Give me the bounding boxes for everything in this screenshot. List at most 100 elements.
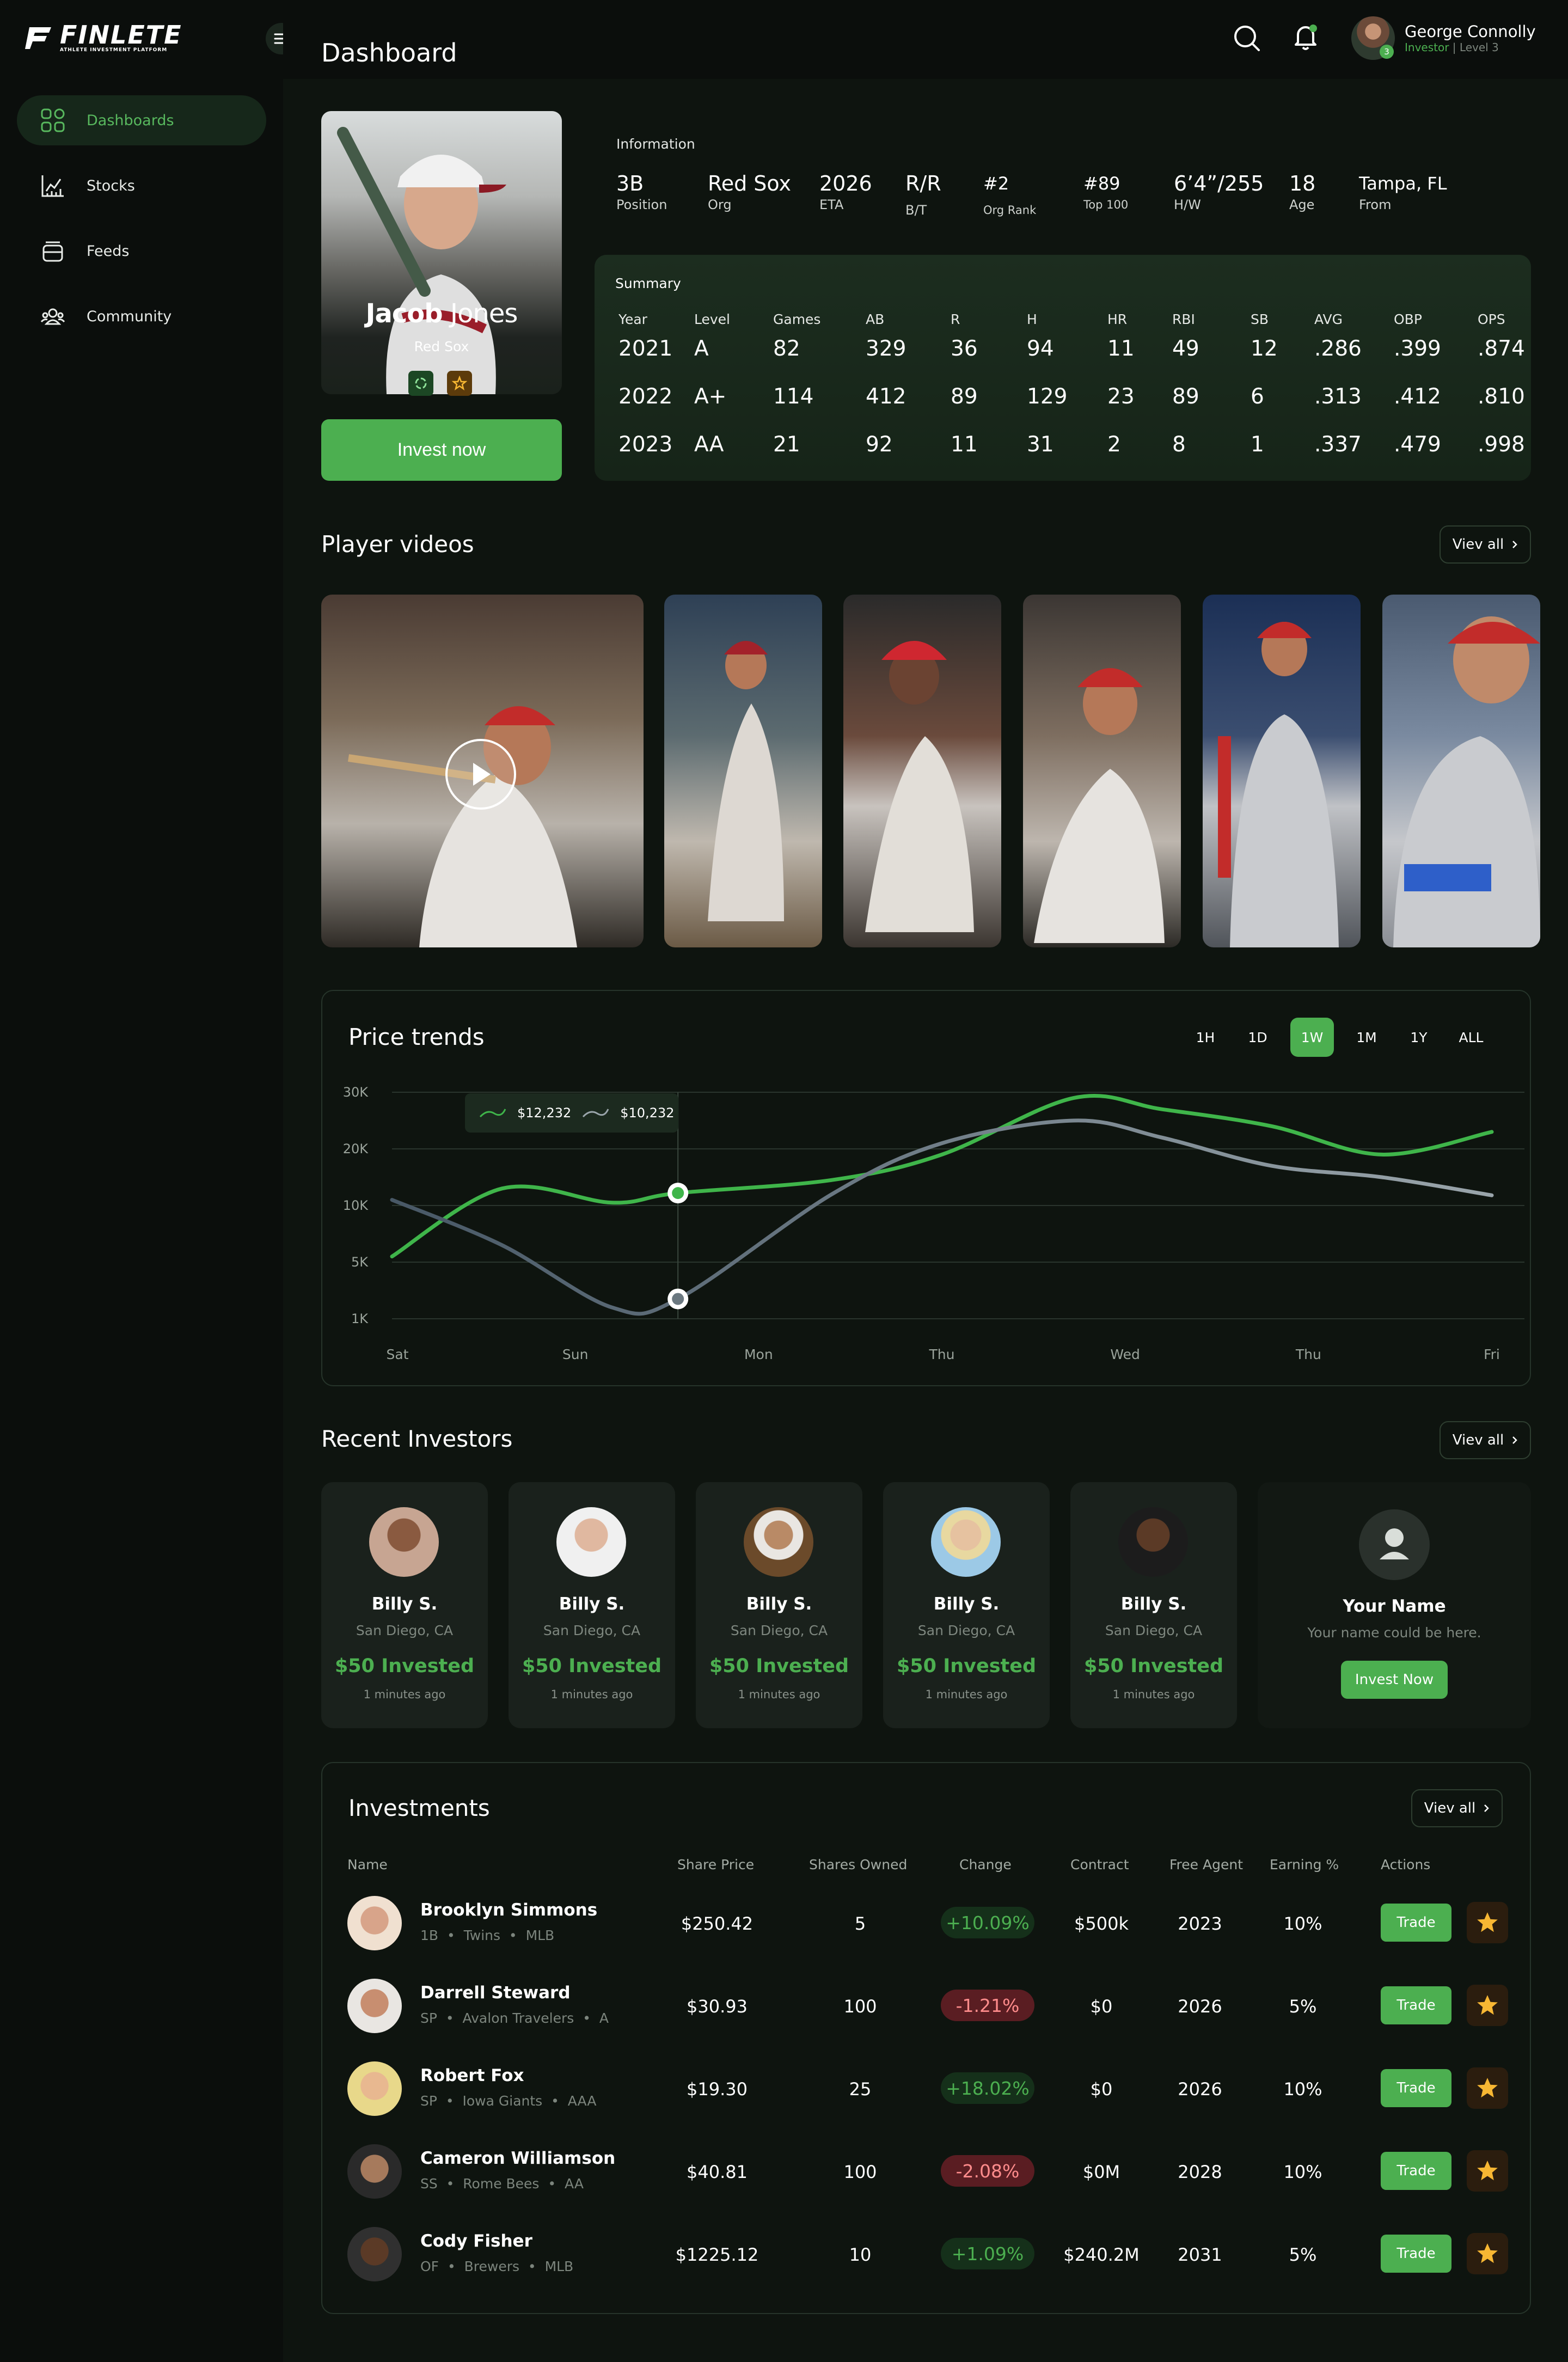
investment-name[interactable]: Cody Fisher (420, 2231, 532, 2251)
investor-card[interactable]: Billy S. San Diego, CA $50 Invested 1 mi… (509, 1482, 675, 1728)
summary-cell: .874 (1478, 336, 1525, 361)
nav-item-stocks[interactable]: Stocks (17, 161, 266, 211)
info-value: 3B (616, 172, 644, 195)
range-1d-button[interactable]: 1D (1238, 1018, 1277, 1057)
summary-cell: 2022 (618, 384, 673, 409)
summary-cell: 94 (1027, 336, 1054, 361)
placeholder-name: Your Name (1343, 1596, 1446, 1616)
free-agent-year: 2026 (1178, 2079, 1222, 2100)
player-first-name: Jacob (365, 298, 443, 329)
information-label: Information (616, 136, 695, 152)
investors-view-all-button[interactable]: Viev all (1440, 1421, 1531, 1459)
x-tick-label: Thu (929, 1347, 955, 1362)
video-thumbnail[interactable] (664, 595, 822, 947)
change-badge: +10.09% (941, 1907, 1034, 1938)
video-thumbnail[interactable] (843, 595, 1001, 947)
info-org-rank: #2 Org Rank (983, 171, 1036, 217)
invest-now-button[interactable]: Invest now (321, 419, 562, 481)
community-icon (40, 308, 65, 325)
favorite-button[interactable] (1467, 1902, 1508, 1943)
series-line (390, 1118, 1494, 1316)
brand-logo[interactable]: FINLETE ATHLETE INVESTMENT PLATFORM (25, 22, 182, 53)
shares-owned: 25 (849, 2079, 872, 2100)
video-thumbnail[interactable] (1023, 595, 1181, 947)
investor-time: 1 minutes ago (738, 1688, 820, 1701)
summary-cell: .412 (1394, 384, 1441, 409)
chevron-right-icon (1512, 1436, 1518, 1444)
x-tick-label: Sun (562, 1347, 589, 1362)
investment-meta: OF • Brewers • MLB (420, 2259, 574, 2274)
investor-card[interactable]: Billy S. San Diego, CA $50 Invested 1 mi… (1070, 1482, 1237, 1728)
investment-name[interactable]: Robert Fox (420, 2066, 524, 2085)
search-button[interactable] (1232, 23, 1262, 56)
trade-button[interactable]: Trade (1381, 1986, 1451, 2024)
summary-cell: 8 (1172, 432, 1186, 457)
investment-meta: SP • Iowa Giants • AAA (420, 2093, 597, 2109)
trade-button[interactable]: Trade (1381, 1904, 1451, 1942)
trade-button[interactable]: Trade (1381, 2069, 1451, 2107)
invest-now-small-button[interactable]: Invest Now (1341, 1661, 1448, 1699)
summary-cell: A+ (694, 384, 727, 409)
investment-name[interactable]: Cameron Williamson (420, 2149, 615, 2168)
summary-col-header: Games (773, 311, 821, 327)
col-header-free-agent: Free Agent (1169, 1857, 1243, 1873)
contract-value: $500k (1074, 1913, 1129, 1934)
video-thumbnail[interactable] (1203, 595, 1361, 947)
trend-line-icon (479, 1109, 506, 1118)
info-position: 3B Position (616, 171, 667, 212)
player-videos-title: Player videos (321, 531, 474, 558)
trade-button[interactable]: Trade (1381, 2235, 1451, 2273)
summary-cell: .399 (1394, 336, 1441, 361)
chevron-right-icon (1484, 1804, 1490, 1812)
range-1w-button[interactable]: 1W (1290, 1018, 1334, 1057)
investment-meta: SS • Rome Bees • AA (420, 2176, 584, 2192)
col-header-actions: Actions (1381, 1857, 1431, 1873)
range-1m-button[interactable]: 1M (1347, 1018, 1386, 1057)
placeholder-avatar (1359, 1509, 1430, 1580)
dashboard-grid-icon (41, 108, 65, 132)
investor-avatar (369, 1507, 439, 1577)
range-all-button[interactable]: ALL (1451, 1018, 1491, 1057)
investment-avatar (347, 2061, 402, 2116)
range-1y-button[interactable]: 1Y (1399, 1018, 1438, 1057)
nav-item-feeds[interactable]: Feeds (17, 226, 266, 276)
user-role: Investor (1405, 41, 1449, 54)
summary-panel (595, 255, 1531, 481)
favorite-button[interactable] (1467, 1985, 1508, 2026)
favorite-button[interactable] (1467, 2233, 1508, 2274)
notifications-button[interactable] (1290, 22, 1321, 54)
user-menu[interactable]: 3 George Connolly Investor | Level 3 (1351, 16, 1536, 60)
summary-cell: 412 (866, 384, 906, 409)
favorite-button[interactable] (1467, 2067, 1508, 2109)
free-agent-year: 2023 (1178, 1913, 1222, 1934)
trade-button[interactable]: Trade (1381, 2152, 1451, 2190)
range-1h-button[interactable]: 1H (1186, 1018, 1225, 1057)
col-header-contract: Contract (1070, 1857, 1129, 1873)
investor-card[interactable]: Billy S. San Diego, CA $50 Invested 1 mi… (321, 1482, 488, 1728)
investment-team: Twins (463, 1927, 501, 1943)
shares-owned: 10 (849, 2244, 872, 2265)
investor-card[interactable]: Billy S. San Diego, CA $50 Invested 1 mi… (696, 1482, 862, 1728)
videos-view-all-button[interactable]: Viev all (1440, 525, 1531, 564)
play-button[interactable] (445, 739, 516, 810)
investment-name[interactable]: Brooklyn Simmons (420, 1900, 597, 1920)
investment-league: A (599, 2010, 609, 2026)
nav-item-community[interactable]: Community (17, 291, 266, 341)
summary-cell: 2023 (618, 432, 673, 457)
free-agent-year: 2026 (1178, 1996, 1222, 2017)
nav-item-dashboards[interactable]: Dashboards (17, 95, 266, 145)
investment-position: SP (420, 2010, 437, 2026)
investment-name[interactable]: Darrell Steward (420, 1983, 571, 2003)
summary-cell: 23 (1107, 384, 1135, 409)
investor-card[interactable]: Billy S. San Diego, CA $50 Invested 1 mi… (883, 1482, 1050, 1728)
investments-view-all-button[interactable]: Viev all (1411, 1789, 1503, 1827)
y-tick-label: 1K (351, 1311, 369, 1326)
investments-title: Investments (348, 1795, 490, 1821)
investment-league: AA (565, 2176, 584, 2192)
page-title: Dashboard (321, 38, 457, 68)
summary-cell: 114 (773, 384, 814, 409)
favorite-button[interactable] (1467, 2150, 1508, 2192)
investor-amount: $50 Invested (522, 1655, 662, 1677)
x-tick-label: Wed (1110, 1347, 1140, 1362)
video-thumbnail[interactable] (1382, 595, 1540, 947)
